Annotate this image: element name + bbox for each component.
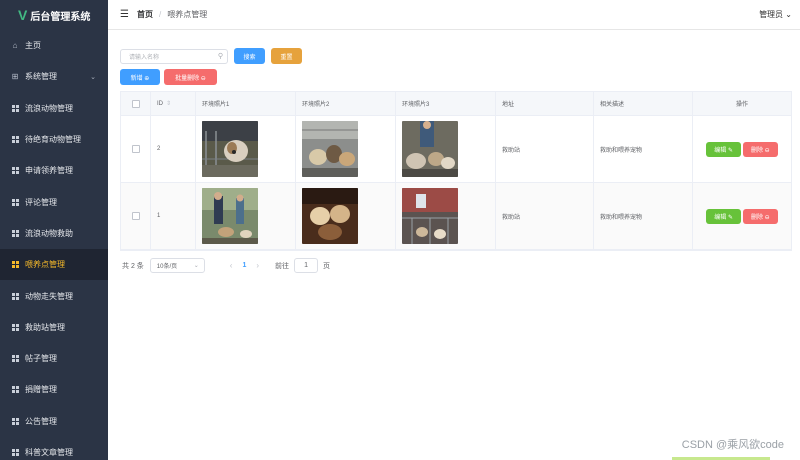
- delete-button[interactable]: 删除 ⊖: [743, 208, 778, 224]
- table-row: 1 救助站 救助和喂养宠物 编辑 ✎ 删除 ⊖: [121, 183, 791, 250]
- sidebar-item-lost-animals[interactable]: 动物走失管理: [0, 280, 108, 311]
- menu-toggle-icon[interactable]: ☰: [120, 9, 129, 20]
- sidebar-item-donations[interactable]: 捐赠管理: [0, 374, 108, 405]
- table-row: 2 救助站 救助和喂养宠物 编辑 ✎ 删除 ⊖: [121, 116, 791, 183]
- grid-icon: [9, 292, 21, 300]
- sidebar-item-rescue-stations[interactable]: 救助站管理: [0, 312, 108, 343]
- grid-icon: [9, 323, 21, 331]
- settings-grid-icon: ⊞: [11, 72, 19, 82]
- row-address: 救助站: [496, 183, 594, 249]
- table-header: ID ⇕ 环境照片1 环境照片2 环境照片3 地址 相关描述 操作: [121, 92, 791, 116]
- header-photo3: 环境照片3: [396, 92, 496, 115]
- user-label: 管理员: [759, 10, 784, 19]
- breadcrumb-current: 喂养点管理: [167, 10, 208, 19]
- header-operations: 操作: [735, 102, 748, 108]
- prev-page-icon[interactable]: ‹: [230, 261, 233, 270]
- grid-icon: [9, 261, 21, 269]
- sidebar-item-announcements[interactable]: 公告管理: [0, 406, 108, 437]
- search-button[interactable]: 搜索: [234, 48, 265, 64]
- app-logo: V 后台管理系统: [0, 0, 108, 30]
- sidebar-item-home[interactable]: ⌂ 主页: [0, 30, 108, 61]
- environment-photo[interactable]: [302, 188, 358, 244]
- environment-photo[interactable]: [202, 121, 258, 177]
- search-toolbar: 请输入名称 ⚲ 搜索 重置: [120, 48, 302, 64]
- action-toolbar: 新增 ⊕ 批量删除 ⊖: [120, 69, 217, 85]
- sort-icon[interactable]: ⇕: [166, 100, 171, 107]
- sidebar-item-comments[interactable]: 评论管理: [0, 186, 108, 217]
- grid-icon: [9, 229, 21, 237]
- select-all-checkbox[interactable]: [131, 99, 140, 108]
- row-description: 救助和喂养宠物: [594, 116, 693, 182]
- app-title: 后台管理系统: [30, 11, 91, 23]
- search-placeholder: 请输入名称: [129, 54, 160, 61]
- goto-label: 前往: [275, 262, 290, 270]
- edit-button[interactable]: 编辑 ✎: [706, 208, 741, 224]
- sidebar-item-adoption[interactable]: 申请领养管理: [0, 155, 108, 186]
- environment-photo[interactable]: [402, 188, 458, 244]
- watermark: CSDN @乘风欲code: [681, 439, 784, 451]
- total-count: 共 2 条: [122, 262, 144, 270]
- grid-icon: [9, 355, 21, 363]
- sidebar-item-system[interactable]: ⊞ 系统管理 ⌄: [0, 61, 108, 92]
- page-suffix: 页: [323, 262, 331, 270]
- row-description: 救助和喂养宠物: [594, 183, 693, 249]
- row-id: 1: [151, 183, 196, 249]
- batch-delete-button[interactable]: 批量删除 ⊖: [164, 69, 217, 85]
- environment-photo[interactable]: [302, 121, 358, 177]
- sidebar-item-feeding-points[interactable]: 喂养点管理: [0, 249, 108, 281]
- breadcrumb-separator: /: [158, 10, 162, 19]
- search-icon: ⚲: [217, 52, 223, 60]
- main-content: 请输入名称 ⚲ 搜索 重置 新增 ⊕ 批量删除 ⊖ ID ⇕ 环境照片1 环境照片…: [108, 30, 800, 460]
- grid-icon: [9, 136, 21, 144]
- header-checkbox-cell: [121, 92, 151, 115]
- home-icon: ⌂: [12, 41, 18, 51]
- user-menu[interactable]: 管理员 ⌄: [759, 9, 792, 20]
- delete-button[interactable]: 删除 ⊖: [743, 141, 778, 157]
- search-input[interactable]: 请输入名称 ⚲: [120, 48, 228, 64]
- chevron-down-icon: ⌄: [193, 263, 199, 269]
- row-checkbox[interactable]: [131, 212, 140, 220]
- environment-photo[interactable]: [402, 121, 458, 177]
- grid-icon: [9, 449, 21, 456]
- row-id: 2: [151, 116, 196, 182]
- row-address: 救助站: [496, 116, 594, 182]
- page-size-select[interactable]: 10条/页 ⌄: [149, 258, 205, 273]
- reset-button[interactable]: 重置: [271, 48, 302, 64]
- sidebar-item-articles[interactable]: 科普文章管理: [0, 437, 108, 460]
- header-address: 地址: [496, 92, 594, 115]
- pagination: 共 2 条 10条/页 ⌄ ‹ 1 › 前往 1 页: [122, 258, 330, 273]
- add-button[interactable]: 新增 ⊕: [120, 69, 160, 85]
- breadcrumb-home[interactable]: 首页: [137, 9, 153, 20]
- feeding-points-table: ID ⇕ 环境照片1 环境照片2 环境照片3 地址 相关描述 操作 2 救助站 …: [120, 91, 792, 251]
- grid-icon: [9, 386, 21, 394]
- grid-icon: [9, 167, 21, 175]
- grid-icon: [9, 104, 21, 112]
- environment-photo[interactable]: [202, 188, 258, 244]
- row-checkbox[interactable]: [131, 145, 140, 153]
- grid-icon: [9, 417, 21, 425]
- chevron-down-icon: ⌄: [90, 73, 96, 81]
- goto-page-input[interactable]: 1: [294, 258, 319, 273]
- next-page-icon[interactable]: ›: [256, 261, 259, 270]
- logo-icon: V: [18, 7, 28, 23]
- header-id[interactable]: ID ⇕: [151, 92, 196, 115]
- grid-icon: [9, 198, 21, 206]
- sidebar-item-stray-animals[interactable]: 流浪动物管理: [0, 93, 108, 124]
- chevron-down-icon: ⌄: [785, 10, 792, 19]
- header-description: 相关描述: [594, 92, 693, 115]
- sidebar: V 后台管理系统 ⌂ 主页 ⊞ 系统管理 ⌄ 流浪动物管理 待绝育动物管理 申请…: [0, 0, 108, 460]
- header-photo1: 环境照片1: [196, 92, 296, 115]
- current-page[interactable]: 1: [242, 262, 246, 269]
- sidebar-item-sterilization[interactable]: 待绝育动物管理: [0, 124, 108, 155]
- edit-button[interactable]: 编辑 ✎: [706, 141, 741, 157]
- top-header: ☰ 首页 / 喂养点管理 管理员 ⌄: [108, 0, 800, 30]
- sidebar-item-rescue[interactable]: 流浪动物救助: [0, 218, 108, 249]
- header-photo2: 环境照片2: [296, 92, 396, 115]
- sidebar-item-posts[interactable]: 帖子管理: [0, 343, 108, 374]
